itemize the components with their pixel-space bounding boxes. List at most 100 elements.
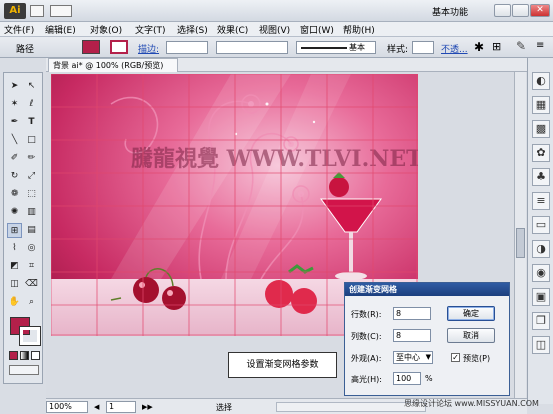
appearance-panel-icon[interactable]: ◉ (532, 264, 550, 282)
free-transform-icon[interactable]: ⬚ (24, 187, 39, 202)
ai-logo: Ai (4, 3, 26, 19)
appearance-dropdown[interactable]: 至中心 ▼ (393, 351, 433, 364)
live-paint-icon[interactable]: ◩ (7, 259, 22, 274)
dialog-title: 创建渐变网格 (345, 283, 509, 296)
current-tool-label: 选择 (216, 403, 232, 412)
artboard-number-field[interactable]: 1 (106, 401, 136, 413)
ok-button[interactable]: 确定 (447, 306, 495, 321)
menu-object[interactable]: 对象(O) (90, 23, 122, 36)
menu-file[interactable]: 文件(F) (4, 23, 34, 36)
stroke-color-icon[interactable] (19, 326, 41, 346)
preview-checkbox[interactable]: ✓ (451, 353, 460, 362)
document-tab-bar: 背景 ai* @ 100% (RGB/预览) (46, 58, 536, 72)
layers-panel-icon[interactable]: ❐ (532, 312, 550, 330)
color-mode-icon[interactable] (9, 351, 18, 360)
rotate-tool-icon[interactable]: ↻ (7, 169, 22, 184)
swatches-panel-icon[interactable]: ▩ (532, 120, 550, 138)
eyedropper-icon[interactable]: ⌇ (7, 241, 22, 256)
style-dropdown[interactable] (412, 41, 434, 54)
menu-select[interactable]: 选择(S) (177, 23, 208, 36)
select-similar-icon[interactable]: ⊞ (492, 40, 501, 53)
opacity-label[interactable]: 不透... (441, 42, 468, 55)
stroke-panel-icon[interactable]: ≡ (532, 192, 550, 210)
variable-width-dropdown[interactable] (216, 41, 288, 54)
gradient-tool-icon[interactable]: ▤ (24, 223, 39, 238)
next-artboard-button[interactable]: ▶▶ (142, 401, 158, 413)
artboard-tool-icon[interactable]: ◫ (7, 277, 22, 292)
menu-view[interactable]: 视图(V) (259, 23, 290, 36)
pen-tool-icon[interactable]: ✒ (7, 115, 22, 130)
stroke-label[interactable]: 描边: (138, 42, 159, 55)
graphic-styles-icon[interactable]: ▣ (532, 288, 550, 306)
gradient-panel-icon[interactable]: ▭ (532, 216, 550, 234)
direct-selection-icon[interactable]: ↖ (24, 79, 39, 94)
panel-dock: ◐ ▦ ▩ ✿ ♣ ≡ ▭ ◑ ◉ ▣ ❐ ◫ (527, 58, 553, 404)
object-type-label: 路径 (16, 45, 35, 55)
artboards-panel-icon[interactable]: ◫ (532, 336, 550, 354)
rows-input[interactable]: 8 (393, 307, 431, 320)
fill-swatch[interactable] (82, 40, 100, 54)
control-bar: 路径 描边: 基本 样式: 不透... ✱ ⊞ ✎ ≡ (0, 36, 553, 58)
line-tool-icon[interactable]: ╲ (7, 133, 22, 148)
stroke-swatch[interactable] (110, 40, 128, 54)
menu-effect[interactable]: 效果(C) (217, 23, 248, 36)
workspace-switcher[interactable]: 基本功能 (432, 5, 488, 18)
transparency-panel-icon[interactable]: ◑ (532, 240, 550, 258)
recolor-icon[interactable]: ✱ (474, 40, 484, 54)
chevron-down-icon: ▼ (425, 353, 431, 361)
zoom-tool-icon[interactable]: ⌕ (24, 295, 39, 310)
type-tool-icon[interactable]: T (24, 115, 39, 130)
highlight-input[interactable]: 100 (393, 372, 421, 385)
title-bar: Ai 基本功能 ✕ (0, 0, 553, 22)
draw-mode-icon[interactable] (9, 365, 39, 375)
menu-window[interactable]: 窗口(W) (300, 23, 334, 36)
appearance-label: 外观(A): (351, 354, 382, 363)
bridge-icon[interactable] (30, 5, 44, 17)
menu-bar: 文件(F) 编辑(E) 对象(O) 文字(T) 选择(S) 效果(C) 视图(V… (0, 22, 553, 36)
arrange-docs-icon[interactable] (50, 5, 72, 17)
color-guide-icon[interactable]: ▦ (532, 96, 550, 114)
annotation-callout: 设置渐变网格参数 (228, 352, 337, 378)
color-panel-icon[interactable]: ◐ (532, 72, 550, 90)
blend-tool-icon[interactable]: ◎ (24, 241, 39, 256)
magic-wand-icon[interactable]: ✶ (7, 97, 22, 112)
control-menu-icon[interactable]: ≡ (536, 40, 544, 51)
menu-edit[interactable]: 编辑(E) (45, 23, 76, 36)
rectangle-tool-icon[interactable]: □ (24, 133, 39, 148)
lasso-icon[interactable]: ℓ (24, 97, 39, 112)
close-button[interactable]: ✕ (530, 4, 550, 17)
symbols-panel-icon[interactable]: ♣ (532, 168, 550, 186)
cancel-button[interactable]: 取消 (447, 328, 495, 343)
brush-dropdown[interactable]: 基本 (296, 41, 376, 54)
vertical-scrollbar[interactable] (514, 72, 526, 398)
paintbrush-icon[interactable]: ✐ (7, 151, 22, 166)
brushes-panel-icon[interactable]: ✿ (532, 144, 550, 162)
eraser-icon[interactable]: ⌫ (24, 277, 39, 292)
maximize-button[interactable] (512, 4, 529, 17)
document-tab[interactable]: 背景 ai* @ 100% (RGB/预览) (48, 58, 178, 72)
warp-tool-icon[interactable]: ❁ (7, 187, 22, 202)
slice-tool-icon[interactable]: ⌗ (24, 259, 39, 274)
columns-input[interactable]: 8 (393, 329, 431, 342)
pencil-icon[interactable]: ✏ (24, 151, 39, 166)
zoom-level-field[interactable]: 100% (46, 401, 88, 413)
wand-icon[interactable]: ✎ (516, 39, 526, 53)
menu-help[interactable]: 帮助(H) (343, 23, 375, 36)
none-mode-icon[interactable] (31, 351, 40, 360)
prev-artboard-button[interactable]: ◀ (94, 401, 104, 413)
scale-tool-icon[interactable]: ⤢ (24, 169, 39, 184)
columns-label: 列数(C): (351, 332, 382, 341)
stroke-weight-input[interactable] (166, 41, 208, 54)
graph-tool-icon[interactable]: ▥ (24, 205, 39, 220)
create-gradient-mesh-dialog: 创建渐变网格 行数(R): 8 列数(C): 8 外观(A): 至中心 ▼ 高光(… (344, 282, 510, 396)
menu-type[interactable]: 文字(T) (135, 23, 166, 36)
highlight-unit: % (425, 374, 433, 383)
symbol-sprayer-icon[interactable]: ✺ (7, 205, 22, 220)
mesh-tool-icon[interactable]: ⊞ (7, 223, 22, 238)
selection-tool-icon[interactable]: ➤ (7, 79, 22, 94)
hand-tool-icon[interactable]: ✋ (7, 295, 22, 310)
gradient-mode-icon[interactable] (20, 351, 29, 360)
scroll-thumb[interactable] (516, 228, 525, 258)
style-label: 样式: (387, 45, 409, 55)
minimize-button[interactable] (494, 4, 511, 17)
